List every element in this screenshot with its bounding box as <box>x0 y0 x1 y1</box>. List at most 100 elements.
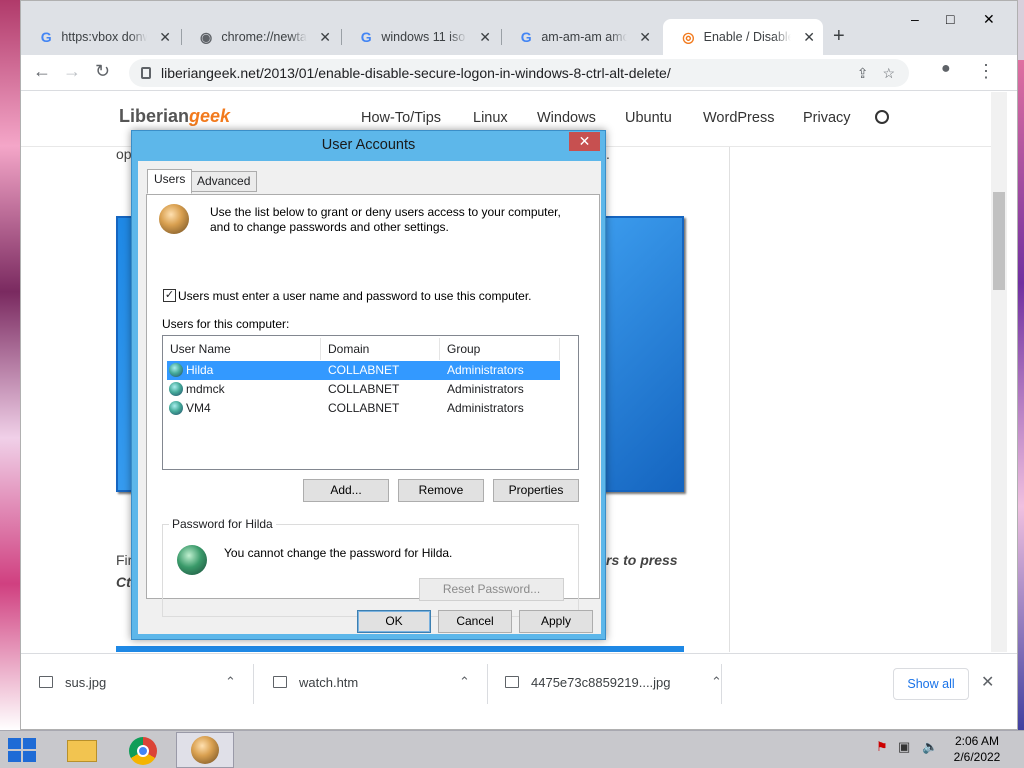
clock-time: 2:06 AM <box>954 734 1000 748</box>
users-panel: Use the list below to grant or deny user… <box>146 194 600 617</box>
google-icon: G <box>360 29 372 45</box>
menu-linux[interactable]: Linux <box>473 110 508 126</box>
tab-newtab[interactable]: ◉ chrome://newtab ✕ <box>181 19 339 55</box>
system-clock[interactable]: 2:06 AM 2/6/2022 <box>940 733 1014 765</box>
document-file-icon <box>273 676 287 688</box>
table-row[interactable]: Hilda COLLABNET Administrators <box>167 361 560 380</box>
divider <box>253 664 254 704</box>
chevron-up-icon[interactable]: ⌃ <box>225 674 236 690</box>
menu-ubuntu[interactable]: Ubuntu <box>625 110 672 126</box>
remove-user-button[interactable]: Remove <box>398 479 484 502</box>
tab-vbox[interactable]: G https:vbox donwnload ✕ <box>21 19 179 55</box>
users-list[interactable]: User Name Domain Group Hilda COLLABNET A… <box>162 335 579 470</box>
download-item[interactable]: 4475e73c8859219....jpg ⌃ <box>505 674 722 690</box>
close-tab-icon[interactable]: ✕ <box>803 29 815 46</box>
reset-password-button[interactable]: Reset Password... <box>419 578 564 601</box>
maximize-button[interactable]: □ <box>946 11 954 27</box>
column-header-username[interactable]: User Name <box>163 338 321 360</box>
close-tab-icon[interactable]: ✕ <box>639 29 651 46</box>
password-group-label: Password for Hilda <box>169 517 276 531</box>
chevron-up-icon[interactable]: ⌃ <box>459 674 470 690</box>
column-header-domain[interactable]: Domain <box>321 338 440 360</box>
file-explorer-taskbar-button[interactable] <box>52 732 110 768</box>
tab-among-us[interactable]: G am-am-am among us ✕ <box>501 19 659 55</box>
reload-icon[interactable]: ↻ <box>95 61 110 82</box>
profile-avatar-icon[interactable]: ● <box>941 60 951 78</box>
google-icon: G <box>520 29 532 45</box>
dialog-body: Users Advanced Use the list below to gra… <box>138 161 601 634</box>
taskbar: ⚑ ▣ 🔈 2:06 AM 2/6/2022 <box>0 730 1024 768</box>
require-password-checkbox[interactable]: ✓ <box>163 289 176 302</box>
intro-text-1: Use the list below to grant or deny user… <box>210 205 561 219</box>
liberiangeek-icon: ◎ <box>682 28 695 45</box>
close-tab-icon[interactable]: ✕ <box>319 29 331 46</box>
menu-how-to[interactable]: How-To/Tips <box>361 110 441 126</box>
table-row[interactable]: VM4 COLLABNET Administrators <box>167 399 560 418</box>
image-file-icon <box>39 676 53 688</box>
menu-wordpress[interactable]: WordPress <box>703 110 774 126</box>
user-accounts-taskbar-button[interactable] <box>176 732 234 768</box>
article-screenshot-2 <box>116 646 684 652</box>
table-row[interactable]: mdmck COLLABNET Administrators <box>167 380 560 399</box>
sidebar-divider <box>729 147 730 652</box>
tab-users[interactable]: Users <box>147 169 193 194</box>
article-text-line1-end: rs to press <box>606 552 678 568</box>
password-groupbox: Password for Hilda You cannot change the… <box>162 517 579 617</box>
intro-text-2: and to change passwords and other settin… <box>210 220 449 234</box>
minimize-button[interactable]: – <box>911 11 919 27</box>
back-icon[interactable]: ← <box>33 61 51 82</box>
user-accounts-dialog: User Accounts ✕ Users Advanced Use the l… <box>131 130 606 640</box>
column-header-group[interactable]: Group <box>440 338 560 360</box>
google-icon: G <box>40 29 52 45</box>
download-item[interactable]: sus.jpg ⌃ <box>39 674 236 690</box>
show-all-button[interactable]: Show all <box>893 668 969 700</box>
users-list-label: Users for this computer: <box>162 317 290 331</box>
dialog-close-button[interactable]: ✕ <box>569 132 600 151</box>
divider <box>487 664 488 704</box>
browser-toolbar: ← → ↻ liberiangeek.net/2013/01/enable-di… <box>21 55 1017 91</box>
new-tab-button[interactable]: + <box>833 25 845 48</box>
folder-icon <box>67 740 97 762</box>
tab-windows-iso[interactable]: G windows 11 iso - Google ✕ <box>341 19 499 55</box>
volume-muted-icon[interactable]: 🔈 <box>922 739 938 755</box>
desktop-wallpaper <box>0 0 20 730</box>
close-tab-icon[interactable]: ✕ <box>159 29 171 46</box>
forward-icon[interactable]: → <box>63 61 81 82</box>
menu-privacy[interactable]: Privacy <box>803 110 851 126</box>
users-icon <box>159 204 189 234</box>
article-text-line1: Fir <box>116 552 133 568</box>
site-logo[interactable]: Liberiangeek <box>119 106 230 127</box>
add-user-button[interactable]: Add... <box>303 479 389 502</box>
share-icon[interactable]: ⇪ <box>857 65 869 82</box>
bookmark-star-icon[interactable]: ☆ <box>882 65 895 82</box>
close-window-button[interactable]: ✕ <box>983 11 995 28</box>
windows-logo-icon <box>8 738 21 749</box>
menu-kebab-icon[interactable]: ⋮ <box>977 61 995 82</box>
scrollbar-thumb[interactable] <box>993 192 1005 290</box>
page-scrollbar[interactable] <box>991 92 1007 652</box>
tab-advanced[interactable]: Advanced <box>190 171 258 192</box>
ok-button[interactable]: OK <box>357 610 431 633</box>
action-center-flag-icon[interactable]: ⚑ <box>876 739 888 755</box>
checkbox-label: Users must enter a user name and passwor… <box>178 289 532 303</box>
close-tab-icon[interactable]: ✕ <box>479 29 491 46</box>
network-icon[interactable]: ▣ <box>898 739 910 755</box>
search-icon[interactable] <box>875 110 889 124</box>
article-text-top: op <box>116 146 132 162</box>
divider <box>721 664 722 704</box>
article-text-line2: Ct <box>116 574 131 590</box>
close-downloads-icon[interactable]: ✕ <box>981 672 994 692</box>
tab-enable-disable[interactable]: ◎ Enable / Disable Secure ✕ <box>663 19 823 55</box>
address-bar[interactable]: liberiangeek.net/2013/01/enable-disable-… <box>129 59 909 87</box>
start-button[interactable] <box>8 738 38 762</box>
chrome-taskbar-button[interactable] <box>114 732 172 768</box>
apply-button[interactable]: Apply <box>519 610 593 633</box>
menu-windows[interactable]: Windows <box>537 110 596 126</box>
download-item[interactable]: watch.htm ⌃ <box>273 674 470 690</box>
downloads-bar: sus.jpg ⌃ watch.htm ⌃ 4475e73c8859219...… <box>21 653 1017 715</box>
cancel-button[interactable]: Cancel <box>438 610 512 633</box>
lock-icon <box>141 67 151 79</box>
dialog-title: User Accounts <box>321 137 416 153</box>
clock-date: 2/6/2022 <box>953 750 1001 764</box>
properties-button[interactable]: Properties <box>493 479 579 502</box>
